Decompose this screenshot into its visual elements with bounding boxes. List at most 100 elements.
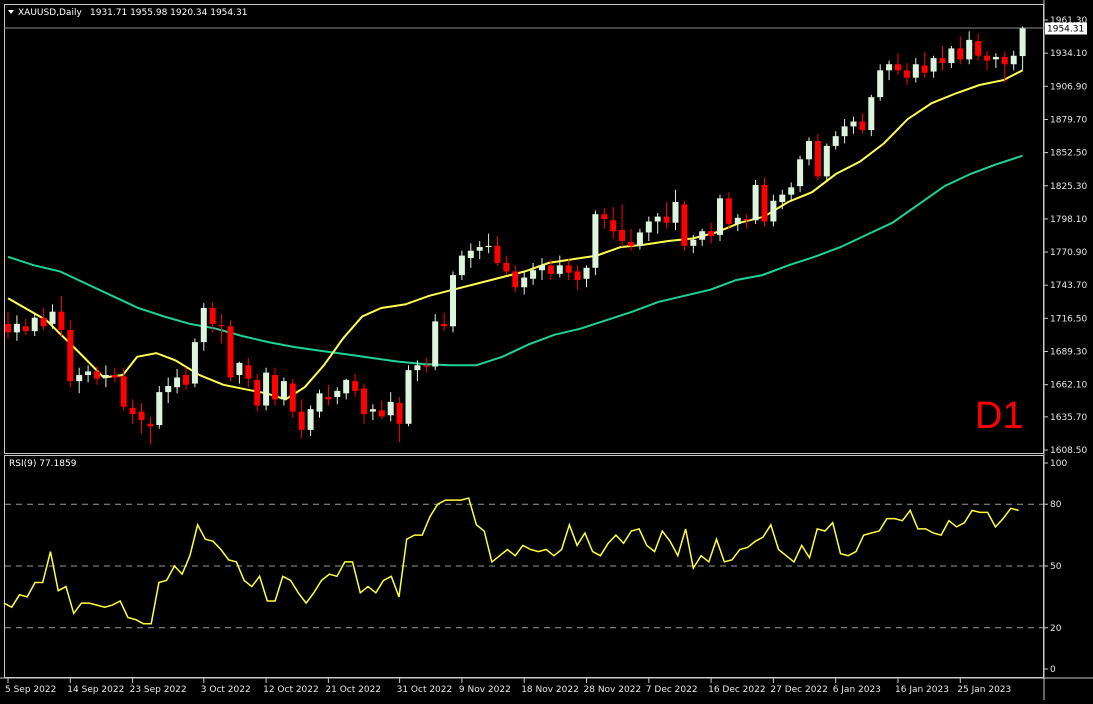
candle[interactable] [138,403,145,434]
candle[interactable] [494,236,501,266]
candle[interactable] [191,338,198,388]
candle[interactable] [200,303,207,351]
candle[interactable] [5,311,11,339]
candle[interactable] [672,189,679,231]
candle[interactable] [85,365,92,383]
candle[interactable] [58,295,65,337]
candle[interactable] [521,271,528,295]
candle[interactable] [788,182,795,201]
candle[interactable] [975,33,982,61]
candle[interactable] [957,36,964,65]
candle[interactable] [458,250,465,280]
candle[interactable] [886,60,893,81]
candle[interactable] [67,320,74,388]
candle[interactable] [992,53,999,68]
candle[interactable] [797,155,804,193]
candle[interactable] [272,367,278,406]
candle[interactable] [183,367,189,390]
candle[interactable] [76,367,83,394]
candle[interactable] [369,404,376,421]
candle[interactable] [156,386,163,429]
candle[interactable] [280,377,287,406]
candle[interactable] [636,228,643,250]
candle[interactable] [850,116,857,134]
candle[interactable] [325,384,332,406]
candle[interactable] [254,373,261,412]
candle[interactable] [806,137,812,166]
dropdown-arrow-icon[interactable] [8,10,14,14]
candle[interactable] [361,383,367,424]
candle[interactable] [539,258,545,280]
candle[interactable] [814,133,821,181]
candle[interactable] [432,314,439,371]
candle[interactable] [102,365,109,388]
candle[interactable] [717,194,723,241]
candle[interactable] [912,58,919,83]
candle[interactable] [699,228,706,246]
candle[interactable] [227,320,234,382]
candle[interactable] [245,357,252,388]
candle[interactable] [530,262,537,285]
candle[interactable] [770,194,777,227]
candle[interactable] [236,361,243,384]
trading-chart[interactable]: XAUUSD,Daily 1931.71 1955.98 1920.34 195… [0,0,1093,700]
candle[interactable] [823,143,830,181]
candle[interactable] [895,53,901,76]
candle[interactable] [441,312,448,332]
candle[interactable] [903,63,910,85]
candle[interactable] [663,201,670,229]
candle[interactable] [761,177,768,227]
candle[interactable] [307,405,314,436]
candle[interactable] [512,265,519,293]
candle[interactable] [174,368,181,394]
candle[interactable] [841,119,848,144]
candle[interactable] [263,367,270,411]
candle[interactable] [832,131,839,150]
candle[interactable] [423,357,430,373]
candle[interactable] [147,416,154,445]
candle[interactable] [1019,26,1026,70]
candle[interactable] [378,400,385,419]
candle[interactable] [939,45,946,71]
candle[interactable] [450,271,456,333]
candle[interactable] [752,180,759,224]
candle[interactable] [984,50,990,71]
candle[interactable] [40,308,47,330]
candle[interactable] [859,112,866,134]
candle[interactable] [734,214,741,232]
candle[interactable] [334,387,341,405]
candle[interactable] [681,200,688,251]
candle[interactable] [708,222,715,244]
candle[interactable] [343,378,350,400]
candle[interactable] [601,208,608,229]
candle[interactable] [948,45,955,68]
candle[interactable] [316,389,323,418]
candle[interactable] [476,240,483,260]
candle[interactable] [966,31,973,65]
candle[interactable] [352,373,359,397]
candle[interactable] [592,210,599,276]
candle[interactable] [1010,50,1017,71]
candle[interactable] [565,259,572,280]
candle[interactable] [129,399,136,424]
candle[interactable] [628,228,634,251]
candle[interactable] [877,64,884,101]
candle[interactable] [120,367,127,411]
candle[interactable] [503,255,510,276]
candle[interactable] [610,206,617,239]
candle[interactable] [645,216,652,241]
candle[interactable] [921,52,928,78]
candle[interactable] [111,367,118,383]
candle[interactable] [165,377,172,404]
chart-canvas[interactable]: XAUUSD,Daily 1931.71 1955.98 1920.34 195… [0,0,1093,700]
candle[interactable] [22,318,29,335]
candle[interactable] [31,314,38,337]
candle[interactable] [583,265,590,288]
candles-layer[interactable] [5,26,1026,445]
candle[interactable] [619,204,626,248]
candle[interactable] [298,399,305,439]
candle[interactable] [485,233,492,254]
candle[interactable] [574,265,581,290]
candle[interactable] [289,378,296,418]
candle[interactable] [13,315,20,341]
